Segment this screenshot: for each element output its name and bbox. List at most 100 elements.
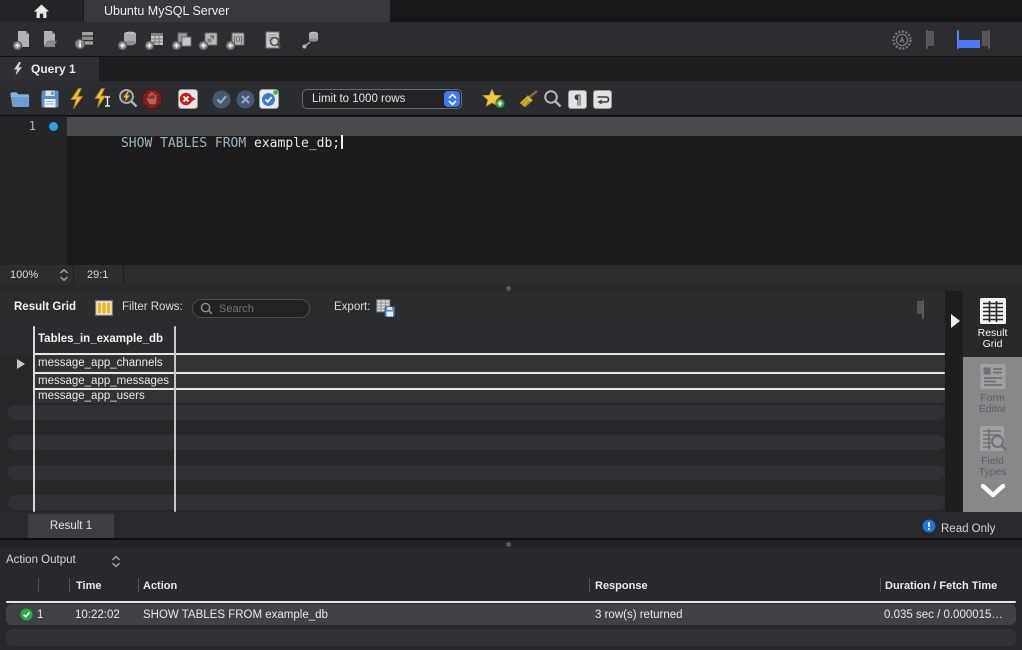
grid-column-line: [174, 326, 176, 512]
search-objects-button[interactable]: [260, 27, 286, 53]
new-snippet-button[interactable]: [481, 86, 507, 112]
toggle-left-sidebar-button[interactable]: [926, 30, 928, 49]
export-button[interactable]: [376, 299, 395, 322]
column-header-time[interactable]: Time: [76, 580, 101, 592]
toggle-right-sidebar-button[interactable]: [988, 30, 990, 49]
empty-grid-row: [8, 465, 945, 480]
data-transfer-button[interactable]: [298, 27, 324, 53]
toggle-stop-on-error-button[interactable]: [175, 86, 201, 112]
sidebar-form-editor-icon: [979, 363, 1007, 390]
grid-column-header[interactable]: Tables_in_example_db: [38, 333, 163, 345]
create-function-button[interactable]: {0}: [223, 27, 249, 53]
sidebar-field-types-icon: [978, 425, 1008, 453]
toggle-bottom-panel-icon: [958, 40, 959, 48]
create-function-icon: {0}: [225, 29, 247, 51]
invisibles-icon: ¶: [567, 89, 588, 110]
success-icon: [20, 608, 33, 626]
enterprise-badge-button[interactable]: [889, 27, 915, 53]
home-tab[interactable]: [0, 0, 83, 22]
output-row-index: 1: [37, 609, 43, 621]
explain-button[interactable]: [115, 86, 141, 112]
result-grid-title: Result Grid: [14, 301, 76, 313]
result-grid-toolbar-icon[interactable]: [95, 300, 113, 321]
autocommit-icon: [258, 88, 280, 110]
toggle-right-sidebar-icon: [988, 31, 989, 46]
action-output-selector-stepper[interactable]: [110, 555, 122, 573]
toggle-wrap-text-button[interactable]: [589, 86, 615, 112]
editor-toolbar: Limit to 1000 rows: [0, 81, 1022, 116]
horizontal-splitter-bottom[interactable]: [0, 540, 1022, 548]
table-row[interactable]: message_app_users: [38, 390, 145, 402]
execute-button[interactable]: [64, 86, 90, 112]
empty-grid-row: [8, 405, 945, 420]
read-only-label: Read Only: [941, 523, 995, 535]
column-divider: [38, 578, 39, 592]
sidebar-item-result-grid[interactable]: Result Grid: [963, 291, 1022, 357]
create-view-button[interactable]: [169, 27, 195, 53]
result-tab[interactable]: Result 1: [28, 514, 114, 538]
create-table-button[interactable]: [142, 27, 168, 53]
open-file-button[interactable]: [7, 86, 33, 112]
connection-tab-label: Ubuntu MySQL Server: [104, 4, 229, 18]
connection-tab[interactable]: Ubuntu MySQL Server: [84, 0, 390, 22]
sidebar-collapse-arrow[interactable]: [951, 314, 960, 328]
create-table-icon: [144, 29, 166, 51]
statusbar-divider2: [123, 265, 124, 285]
stop-button[interactable]: [139, 86, 165, 112]
execute-current-button[interactable]: [90, 86, 116, 112]
sidebar-item-label: Field Types: [967, 456, 1019, 478]
output-row-separator: [6, 601, 1016, 603]
column-header-duration[interactable]: Duration / Fetch Time: [885, 580, 997, 592]
column-divider: [589, 578, 590, 592]
output-row-time: 10:22:02: [75, 609, 120, 621]
new-query-tab-button[interactable]: [10, 27, 36, 53]
line-number: 1: [0, 119, 36, 133]
data-transfer-icon: [300, 29, 322, 51]
rollback-button[interactable]: [232, 86, 258, 112]
create-procedure-button[interactable]: [196, 27, 222, 53]
toggle-autocommit-button[interactable]: [256, 86, 282, 112]
svg-text:{0}: {0}: [233, 35, 243, 44]
toggle-bottom-panel-button[interactable]: [957, 30, 959, 49]
sql-editor[interactable]: 1 SHOW TABLES FROM example_db;: [0, 116, 1022, 265]
filter-search-field[interactable]: [192, 299, 310, 318]
editor-statusbar: 100% 29:1: [0, 265, 1022, 285]
table-row[interactable]: message_app_messages: [38, 375, 169, 387]
badge-icon: [891, 29, 913, 51]
commit-icon: [211, 89, 232, 110]
query-tab[interactable]: Query 1: [0, 57, 99, 81]
open-sql-file-icon: [38, 29, 60, 51]
sidebar-collapse-icon[interactable]: [980, 484, 1006, 503]
sql-identifier: example_db;: [254, 136, 340, 151]
find-button[interactable]: [540, 86, 566, 112]
caret-position: 29:1: [87, 269, 108, 281]
filter-search-input[interactable]: [219, 303, 303, 315]
grid-row-separator: [33, 372, 945, 374]
empty-grid-row: [8, 495, 945, 510]
toggle-invisibles-button[interactable]: ¶: [564, 86, 590, 112]
sidebar-item-field-types[interactable]: Field Types: [963, 425, 1022, 478]
commit-button[interactable]: [208, 86, 234, 112]
grid-row-separator: [33, 388, 945, 390]
table-row[interactable]: message_app_channels: [38, 357, 163, 369]
result-grid-toolbar: Result Grid Filter Rows: Export:: [0, 291, 1022, 326]
grid-column-line: [33, 326, 35, 512]
code-line: SHOW TABLES FROM example_db;: [74, 118, 343, 136]
beautify-button[interactable]: [515, 86, 541, 112]
create-schema-button[interactable]: [115, 27, 141, 53]
open-sql-file-button[interactable]: [36, 27, 62, 53]
filter-rows-label: Filter Rows:: [122, 301, 183, 313]
column-header-action[interactable]: Action: [143, 580, 177, 592]
collapse-right-panel-button[interactable]: [922, 300, 924, 319]
save-button[interactable]: [37, 86, 63, 112]
server-status-button[interactable]: [72, 27, 98, 53]
text-cursor: [341, 135, 343, 149]
explain-icon: [117, 88, 139, 110]
limit-rows-select[interactable]: Limit to 1000 rows: [302, 89, 462, 109]
svg-text:¶: ¶: [573, 93, 581, 108]
search-objects-icon: [262, 29, 284, 51]
sidebar-item-form-editor[interactable]: Form Editor: [963, 363, 1022, 415]
column-header-response[interactable]: Response: [595, 580, 648, 592]
panel-right-icon: [922, 301, 923, 314]
search-field-icon: [200, 302, 213, 315]
